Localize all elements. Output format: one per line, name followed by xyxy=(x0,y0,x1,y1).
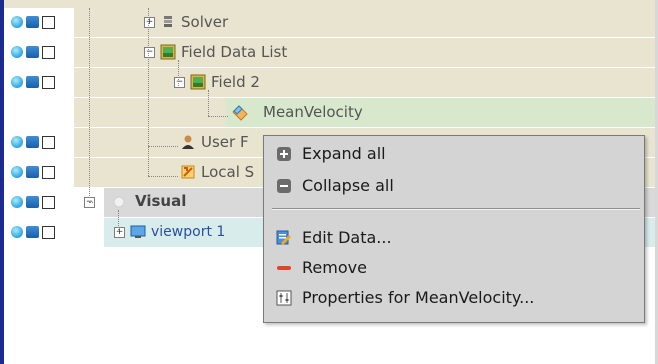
checkbox[interactable] xyxy=(42,196,55,209)
menu-label: Collapse all xyxy=(302,176,394,195)
menu-label: Edit Data... xyxy=(302,228,392,247)
render-mode-icon[interactable] xyxy=(26,226,39,238)
visibility-toggles[interactable] xyxy=(11,158,75,187)
visibility-dot-icon[interactable] xyxy=(11,166,23,178)
tree-line xyxy=(148,146,178,147)
tree-line xyxy=(89,8,90,198)
visibility-dot-icon[interactable] xyxy=(11,46,23,58)
collapse-toggle[interactable]: − xyxy=(144,47,155,58)
tree-label-solver[interactable]: Solver xyxy=(181,13,228,31)
visual-icon xyxy=(113,196,125,208)
render-mode-icon[interactable] xyxy=(26,136,39,148)
render-mode-icon[interactable] xyxy=(26,46,39,58)
context-menu: Expand all Collapse all Edit Data... Rem… xyxy=(263,135,645,323)
solver-icon xyxy=(164,16,172,27)
tree-label-visual[interactable]: Visual xyxy=(135,192,186,210)
checkbox[interactable] xyxy=(42,76,55,89)
visibility-toggles[interactable] xyxy=(11,38,75,67)
render-mode-icon[interactable] xyxy=(26,16,39,28)
tree-line xyxy=(148,8,149,176)
tree-line xyxy=(178,60,179,86)
tree-row-field-2[interactable]: − Field 2 xyxy=(4,68,655,97)
visibility-dot-icon[interactable] xyxy=(11,16,23,28)
menu-item-remove[interactable]: Remove xyxy=(264,254,644,282)
visibility-dot-icon[interactable] xyxy=(11,196,23,208)
tree-label-user[interactable]: User F xyxy=(201,133,249,151)
expand-toggle[interactable]: + xyxy=(144,17,155,28)
tree-top-strip xyxy=(0,0,658,8)
row-background xyxy=(74,68,655,97)
checkbox[interactable] xyxy=(42,136,55,149)
tree-row-field-data-list[interactable]: − Field Data List xyxy=(4,38,655,67)
expand-all-icon xyxy=(277,147,291,161)
menu-label: Properties for MeanVelocity... xyxy=(302,288,535,307)
tree-row-solver[interactable]: + Solver xyxy=(4,8,655,37)
tree-label-field-data-list[interactable]: Field Data List xyxy=(181,43,287,61)
tree-label-local[interactable]: Local S xyxy=(201,163,254,181)
remove-icon xyxy=(277,266,291,270)
data-tag-icon xyxy=(232,105,248,121)
menu-separator xyxy=(272,208,640,210)
menu-item-expand-all[interactable]: Expand all xyxy=(264,140,644,168)
checkbox[interactable] xyxy=(42,16,55,29)
tree-line xyxy=(89,202,93,203)
menu-label: Remove xyxy=(302,258,367,277)
tree-line xyxy=(208,116,228,117)
visibility-toggles[interactable] xyxy=(11,128,75,157)
tree-line xyxy=(118,210,119,232)
properties-icon xyxy=(276,290,292,306)
tree-row-mean-velocity[interactable]: MeanVelocity xyxy=(4,98,655,127)
user-icon xyxy=(182,135,194,149)
tree-line xyxy=(148,176,178,177)
render-mode-icon[interactable] xyxy=(26,196,39,208)
tree-label-viewport-1[interactable]: viewport 1 xyxy=(151,224,225,240)
checkbox[interactable] xyxy=(42,166,55,179)
collapse-toggle[interactable]: − xyxy=(174,77,185,88)
tree-label-mean-velocity[interactable]: MeanVelocity xyxy=(263,103,363,121)
visibility-dot-icon[interactable] xyxy=(11,136,23,148)
visibility-toggles[interactable] xyxy=(11,68,75,97)
render-mode-icon[interactable] xyxy=(26,166,39,178)
menu-item-edit-data[interactable]: Edit Data... xyxy=(264,224,644,252)
menu-item-collapse-all[interactable]: Collapse all xyxy=(264,172,644,200)
checkbox[interactable] xyxy=(42,46,55,59)
visibility-dot-icon[interactable] xyxy=(11,76,23,88)
render-mode-icon[interactable] xyxy=(26,76,39,88)
collapse-all-icon xyxy=(277,179,291,193)
menu-item-properties[interactable]: Properties for MeanVelocity... xyxy=(264,284,644,312)
visibility-toggles[interactable] xyxy=(11,218,75,247)
visibility-dot-icon[interactable] xyxy=(11,226,23,238)
visibility-toggles[interactable] xyxy=(11,188,75,217)
expand-toggle[interactable]: + xyxy=(114,227,125,238)
checkbox[interactable] xyxy=(42,226,55,239)
tree-line xyxy=(208,90,209,116)
menu-label: Expand all xyxy=(302,144,386,163)
field-icon xyxy=(190,74,206,90)
visibility-toggles[interactable] xyxy=(11,8,75,37)
local-settings-icon xyxy=(181,165,195,179)
tree-label-field-2[interactable]: Field 2 xyxy=(211,73,260,91)
viewport-icon xyxy=(130,225,146,238)
edit-data-icon xyxy=(276,230,291,245)
field-data-list-icon xyxy=(160,44,176,60)
